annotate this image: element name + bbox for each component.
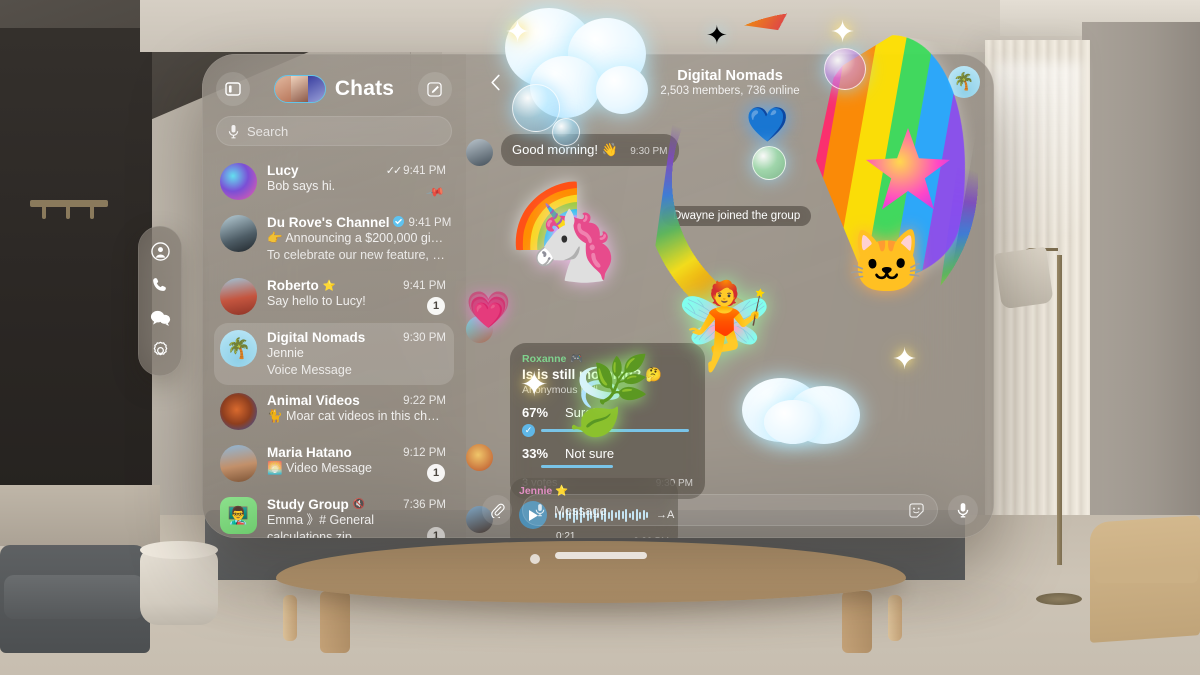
mini-rainbow-sticker: 🌈 <box>508 182 586 251</box>
sparkle-sticker: ✦ <box>892 343 918 376</box>
cloud-sticker <box>596 66 648 114</box>
bubble-orb-sticker <box>752 146 786 180</box>
sticker-overlay: ✦ ✦ 🐱 ✦ 🌈 🦄 🧚 ✦ 💙 💗 🍃 🌿 ✦ <box>0 0 1200 675</box>
screenshot-root: Chats Search Lucy ✓✓ 9:41 PM Bob says hi… <box>0 0 1200 675</box>
cloud-sticker <box>764 400 822 444</box>
sparkle-sticker: ✦ <box>520 366 549 404</box>
leaf-sticker: 🍃 <box>556 366 636 438</box>
pink-heart-sticker: 💗 <box>466 289 511 330</box>
unicorn-sticker: 🦄 <box>528 201 621 284</box>
bubble-orb-sticker <box>552 118 580 146</box>
leaf-sticker: 🌿 <box>592 353 650 405</box>
bubble-orb-sticker <box>824 48 866 90</box>
